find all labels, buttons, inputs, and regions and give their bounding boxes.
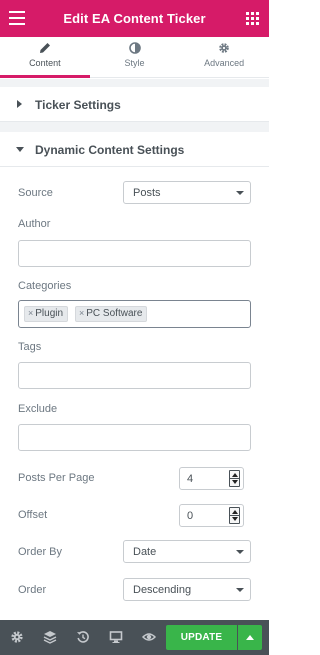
order-select[interactable]: Descending (123, 578, 251, 601)
category-chip-label: PC Software (86, 308, 143, 319)
editor-header: Edit EA Content Ticker (0, 0, 269, 37)
editor-footer: UPDATE (0, 620, 269, 655)
section-gap (0, 122, 269, 132)
order-by-label: Order By (18, 546, 63, 558)
settings-icon[interactable] (10, 630, 24, 644)
number-stepper[interactable] (229, 470, 240, 487)
exclude-input[interactable] (18, 424, 251, 451)
section-dynamic-content-settings[interactable]: Dynamic Content Settings (0, 132, 269, 167)
section-ticker-settings[interactable]: Ticker Settings (0, 87, 269, 122)
panel-title: Edit EA Content Ticker (63, 11, 206, 26)
remove-chip-icon[interactable]: × (28, 308, 33, 318)
section-gap (0, 79, 269, 87)
source-select[interactable]: Posts (123, 181, 251, 204)
chevron-down-icon (236, 550, 244, 554)
section-dynamic-content-settings-label: Dynamic Content Settings (35, 143, 185, 157)
posts-per-page-input[interactable]: 4 (179, 467, 244, 490)
tab-content-label: Content (29, 58, 61, 68)
order-value: Descending (133, 584, 192, 596)
contrast-icon (128, 42, 141, 54)
update-button[interactable]: UPDATE (166, 625, 237, 650)
order-by-select[interactable]: Date (123, 540, 251, 563)
order-label: Order (18, 584, 47, 596)
source-select-value: Posts (133, 187, 161, 199)
posts-per-page-value: 4 (187, 473, 194, 485)
tags-label: Tags (18, 341, 42, 353)
caret-right-icon (17, 100, 22, 108)
categories-label: Categories (18, 280, 72, 292)
section-ticker-settings-label: Ticker Settings (35, 98, 121, 112)
responsive-icon[interactable] (109, 630, 123, 644)
number-stepper[interactable] (229, 507, 240, 524)
apps-grid-icon[interactable] (246, 12, 259, 25)
author-input[interactable] (18, 240, 251, 267)
category-chip[interactable]: × PC Software (75, 306, 148, 322)
tab-style[interactable]: Style (90, 37, 180, 77)
offset-input[interactable]: 0 (179, 504, 244, 527)
chevron-down-icon (236, 191, 244, 195)
tab-style-label: Style (124, 58, 145, 68)
posts-per-page-label: Posts Per Page (18, 472, 95, 484)
exclude-label: Exclude (18, 403, 58, 415)
tab-advanced[interactable]: Advanced (179, 37, 269, 77)
categories-select[interactable]: × Plugin × PC Software (18, 300, 251, 328)
history-icon[interactable] (76, 630, 90, 644)
source-label: Source (18, 187, 53, 199)
category-chip[interactable]: × Plugin (24, 306, 69, 322)
remove-chip-icon[interactable]: × (79, 308, 84, 318)
caret-up-icon (246, 635, 254, 640)
tab-advanced-label: Advanced (204, 58, 245, 68)
gear-icon (219, 43, 229, 53)
layers-icon[interactable] (43, 630, 57, 644)
update-options-button[interactable] (238, 625, 262, 650)
author-label: Author (18, 218, 51, 230)
preview-eye-icon[interactable] (142, 630, 156, 644)
caret-down-icon (16, 147, 24, 152)
offset-label: Offset (18, 509, 48, 521)
panel-tabs: Content Style Advanced (0, 37, 269, 78)
tab-content[interactable]: Content (0, 37, 90, 78)
category-chip-label: Plugin (35, 308, 64, 319)
offset-value: 0 (187, 510, 194, 522)
tags-input[interactable] (18, 362, 251, 389)
pencil-icon (39, 43, 50, 53)
order-by-value: Date (133, 546, 157, 558)
chevron-down-icon (236, 588, 244, 592)
